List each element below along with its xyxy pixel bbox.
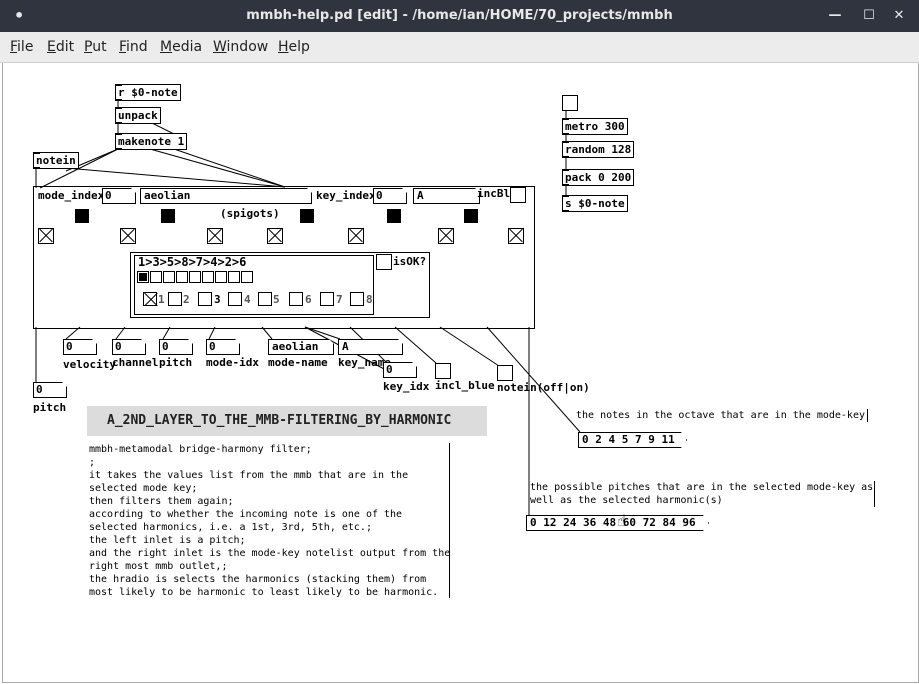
hradio-cell[interactable]	[241, 271, 253, 283]
harmonic-toggle-label: 5	[273, 293, 280, 306]
incbl-toggle[interactable]	[510, 187, 526, 203]
incl-blue-label: incl_blue	[435, 379, 495, 392]
harmonic-toggle-1[interactable]	[143, 292, 157, 306]
spigot-toggle[interactable]	[508, 228, 524, 244]
harmonic-toggle-7[interactable]	[320, 292, 334, 306]
key-idx-number[interactable]: 0	[383, 362, 417, 378]
octave-notes-list[interactable]: 0 2 4 5 7 9 11 12	[578, 432, 687, 448]
harmonic-toggle-label: 6	[305, 293, 312, 306]
harmonic-toggle-label: 8	[366, 293, 373, 306]
octave-notes-comment: the notes in the octave that are in the …	[576, 409, 868, 422]
spigot-indicator	[300, 209, 314, 223]
harmonic-toggle-2[interactable]	[168, 292, 182, 306]
mode-name-symbol[interactable]: aeolian	[140, 188, 312, 204]
mode-index-label: mode_index	[38, 189, 105, 202]
pitch-number[interactable]: 0	[159, 339, 193, 355]
harmonic-toggle-label: 2	[183, 293, 190, 306]
unpack-object[interactable]: unpack	[115, 107, 161, 124]
hradio-cell[interactable]	[150, 271, 162, 283]
mode-index-number[interactable]: 0	[102, 188, 136, 204]
spigot-indicator	[161, 209, 175, 223]
incl-blue-toggle[interactable]	[435, 363, 451, 379]
spigot-indicator	[387, 209, 401, 223]
pitch-label: pitch	[159, 356, 193, 369]
send-note-object[interactable]: s $0-note	[562, 195, 628, 212]
harmonic-order-label: 1>3>5>8>7>4>2>6	[138, 255, 247, 269]
description-comment: mmbh-metamodal bridge-harmony filter; ; …	[89, 443, 451, 598]
receive-note-object[interactable]: r $0-note	[115, 84, 181, 101]
key-index-label: key_index	[316, 189, 376, 202]
random-object[interactable]: random 128	[562, 141, 635, 158]
metro-toggle[interactable]	[562, 95, 578, 111]
left-pitch-number[interactable]: 0	[33, 382, 67, 398]
spigot-toggle[interactable]	[38, 228, 54, 244]
makenote-object[interactable]: makenote 1	[115, 133, 188, 150]
hradio-cell[interactable]	[189, 271, 201, 283]
harmonic-toggle-6[interactable]	[289, 292, 303, 306]
harmonic-toggle-8[interactable]	[350, 292, 364, 306]
harmonic-toggle-label: 3	[214, 293, 221, 306]
harmonic-toggle-4[interactable]	[228, 292, 242, 306]
harmonic-toggle-label: 1	[158, 293, 165, 306]
spigot-indicator	[464, 209, 478, 223]
pack-object[interactable]: pack 0 200	[562, 169, 635, 186]
spigots-label: (spigots)	[220, 207, 280, 220]
velocity-label: velocity	[63, 358, 116, 371]
spigot-toggle[interactable]	[438, 228, 454, 244]
mode-idx-number[interactable]: 0	[206, 339, 240, 355]
spigot-toggle[interactable]	[267, 228, 283, 244]
harmonic-hradio[interactable]	[137, 271, 257, 283]
possible-pitches-comment: the possible pitches that are in the sel…	[530, 481, 875, 507]
mode-name-label: mode-name	[268, 356, 328, 369]
isok-label: isOK?	[393, 255, 427, 268]
hradio-cell[interactable]	[215, 271, 227, 283]
notein-object[interactable]: notein	[33, 152, 79, 169]
hradio-cell[interactable]	[202, 271, 214, 283]
left-pitch-label: pitch	[33, 401, 67, 414]
channel-label: channel	[112, 356, 159, 369]
hradio-cell[interactable]	[176, 271, 188, 283]
key-name-symbol[interactable]: A	[413, 188, 480, 204]
notein-onoff-toggle[interactable]	[497, 365, 513, 381]
section-banner: A_2ND_LAYER_TO_THE_MMB-FILTERING_BY_HARM…	[87, 406, 487, 436]
key-idx-label: key_idx	[383, 380, 430, 393]
hradio-cell[interactable]	[163, 271, 175, 283]
key-name-output[interactable]: A	[338, 339, 403, 355]
metro-object[interactable]: metro 300	[562, 118, 628, 135]
mode-name-output[interactable]: aeolian	[268, 339, 334, 355]
mode-idx-label: mode-idx	[206, 356, 259, 369]
incbl-label: incBl	[477, 187, 511, 200]
harmonic-toggle-5[interactable]	[258, 292, 272, 306]
spigot-toggle[interactable]	[207, 228, 223, 244]
key-index-number[interactable]: 0	[373, 188, 407, 204]
spigot-toggle[interactable]	[348, 228, 364, 244]
mouse-cursor-icon: ☝	[617, 511, 627, 530]
channel-number[interactable]: 0	[112, 339, 146, 355]
isok-toggle[interactable]	[376, 254, 392, 270]
hradio-cell[interactable]	[228, 271, 240, 283]
notein-onoff-label: notein(off|on)	[497, 381, 590, 394]
harmonic-toggle-label: 7	[336, 293, 343, 306]
spigot-indicator	[75, 209, 89, 223]
hradio-cell[interactable]	[137, 271, 149, 283]
spigot-toggle[interactable]	[120, 228, 136, 244]
harmonic-toggle-3[interactable]	[198, 292, 212, 306]
harmonic-toggle-label: 4	[244, 293, 251, 306]
velocity-number[interactable]: 0	[63, 339, 97, 355]
